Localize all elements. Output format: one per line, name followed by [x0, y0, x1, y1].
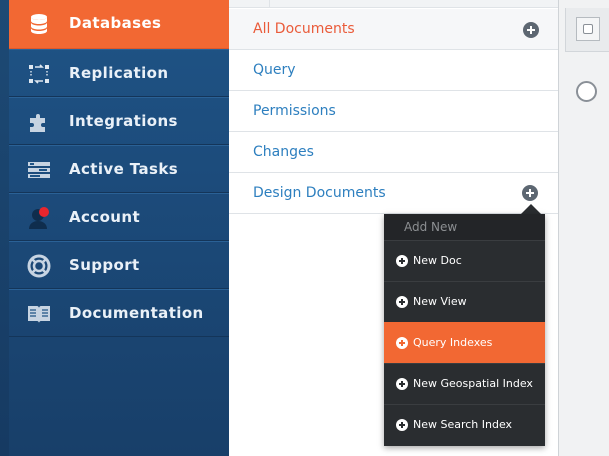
- book-icon: [27, 302, 51, 326]
- nav-link-label: All Documents: [253, 21, 355, 37]
- sidebar-item-support[interactable]: Support: [9, 241, 229, 289]
- sidebar-item-documentation[interactable]: Documentation: [9, 289, 229, 337]
- select-all-checkbox[interactable]: [576, 17, 600, 41]
- sidebar-item-databases[interactable]: Databases: [9, 0, 229, 49]
- menu-item-label: Query Indexes: [413, 336, 493, 349]
- menu-item-new-view[interactable]: New View: [384, 281, 545, 322]
- nav-link-label: Query: [253, 62, 296, 78]
- menu-item-label: New Doc: [413, 254, 462, 267]
- menu-caret: [521, 204, 541, 214]
- nav-permissions[interactable]: Permissions: [229, 91, 558, 132]
- menu-item-new-search-index[interactable]: New Search Index: [384, 404, 545, 445]
- sidebar-item-label: Active Tasks: [69, 160, 179, 178]
- sidebar-item-active-tasks[interactable]: Active Tasks: [9, 145, 229, 193]
- lifebuoy-icon: [27, 254, 51, 278]
- menu-item-query-indexes[interactable]: Query Indexes: [384, 322, 545, 363]
- menu-item-label: New View: [413, 295, 467, 308]
- plus-circle-icon: [396, 378, 408, 390]
- menu-item-label: New Geospatial Index: [413, 377, 533, 390]
- plus-circle-icon: [396, 337, 408, 349]
- menu-item-new-doc[interactable]: New Doc: [384, 240, 545, 281]
- puzzle-icon: [27, 110, 51, 134]
- plus-circle-icon: [396, 255, 408, 267]
- user-icon: [27, 206, 51, 230]
- sidebar-item-account[interactable]: Account: [9, 193, 229, 241]
- left-gutter: [0, 0, 9, 456]
- app-window: Databases Replication Integrations Activ…: [0, 0, 609, 456]
- nav-changes[interactable]: Changes: [229, 132, 558, 173]
- menu-item-label: New Search Index: [413, 418, 513, 431]
- add-new-menu: Add New New Doc New View Query Indexes N…: [384, 214, 545, 446]
- sidebar: Databases Replication Integrations Activ…: [9, 0, 229, 456]
- tasks-icon: [27, 158, 51, 182]
- plus-circle-icon: [396, 419, 408, 431]
- nav-all-documents[interactable]: All Documents: [229, 9, 558, 50]
- add-design-doc-plus-icon[interactable]: [522, 185, 538, 201]
- menu-item-new-geospatial-index[interactable]: New Geospatial Index: [384, 363, 545, 404]
- plus-circle-icon: [396, 296, 408, 308]
- nav-link-label: Permissions: [253, 103, 336, 119]
- add-document-plus-icon[interactable]: [523, 22, 539, 38]
- row-select-radio[interactable]: [576, 81, 597, 102]
- sidebar-item-replication[interactable]: Replication: [9, 49, 229, 97]
- nav-query[interactable]: Query: [229, 50, 558, 91]
- database-icon: [27, 12, 51, 36]
- nav-link-label: Design Documents: [253, 185, 386, 201]
- notification-badge: [39, 207, 49, 217]
- replication-icon: [27, 62, 51, 86]
- sidebar-item-label: Documentation: [69, 304, 204, 322]
- sidebar-item-label: Databases: [69, 14, 162, 32]
- sidebar-item-integrations[interactable]: Integrations: [9, 97, 229, 145]
- menu-header: Add New: [384, 214, 545, 240]
- sidebar-item-label: Integrations: [69, 112, 178, 130]
- sidebar-item-label: Account: [69, 208, 141, 226]
- nav-link-label: Changes: [253, 144, 314, 160]
- sidebar-item-label: Support: [69, 256, 140, 274]
- nav-design-documents[interactable]: Design Documents: [229, 173, 558, 214]
- sidebar-item-label: Replication: [69, 64, 169, 82]
- checkbox-box: [583, 24, 593, 34]
- panel-top-strip: [229, 0, 558, 8]
- document-list-pane: [559, 0, 609, 456]
